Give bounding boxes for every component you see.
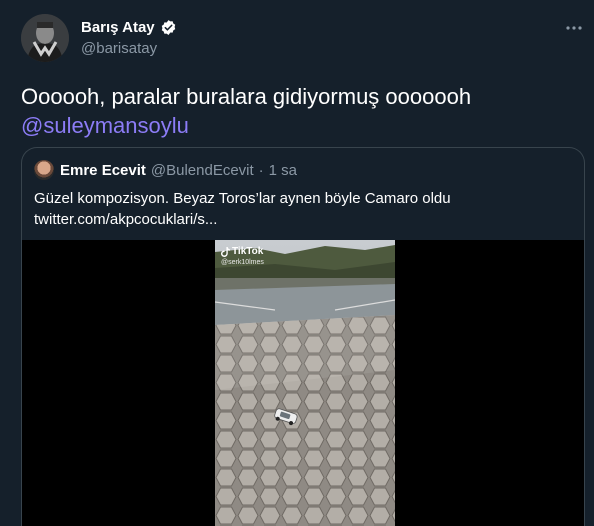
tiktok-watermark: TikTok [221, 246, 263, 257]
mention-link[interactable]: @suleymansoylu [21, 111, 581, 140]
quoted-avatar[interactable] [34, 160, 54, 180]
video-still-image [215, 240, 395, 526]
verified-badge-icon [160, 19, 177, 36]
tweet-body: Oooooh, paralar buralara gidiyormuş oooo… [21, 84, 472, 109]
author-display-name[interactable]: Barış Atay [81, 19, 155, 36]
separator-dot: · [258, 162, 264, 179]
quoted-handle[interactable]: @BulendEcevit [151, 162, 254, 179]
quoted-tweet[interactable]: Emre Ecevit @BulendEcevit · 1 sa Güzel k… [21, 147, 585, 526]
quoted-text: Güzel kompozisyon. Beyaz Toros’lar aynen… [34, 188, 574, 230]
quoted-text-line: Güzel kompozisyon. Beyaz Toros’lar aynen… [34, 190, 451, 207]
quoted-link[interactable]: twitter.com/akpcocuklari/s... [34, 209, 574, 230]
tiktok-label: TikTok [232, 246, 264, 257]
quoted-display-name[interactable]: Emre Ecevit [60, 162, 146, 179]
quoted-name-row: Emre Ecevit @BulendEcevit · 1 sa [60, 162, 297, 179]
tiktok-username: @serk10lmes [221, 259, 264, 266]
more-horizontal-icon[interactable] [564, 18, 584, 38]
avatar[interactable] [21, 14, 69, 62]
tweet-text: Oooooh, paralar buralara gidiyormuş oooo… [21, 82, 581, 140]
video-thumbnail[interactable]: TikTok @serk10lmes [215, 240, 395, 526]
quoted-media[interactable]: TikTok @serk10lmes [22, 240, 584, 526]
author-handle[interactable]: @barisatay [81, 40, 157, 57]
quoted-timestamp[interactable]: 1 sa [269, 162, 297, 179]
tiktok-logo-icon [221, 246, 230, 257]
author-name-row[interactable]: Barış Atay [81, 19, 177, 36]
tweet: Barış Atay @barisatay Oooooh, paralar bu… [0, 0, 594, 526]
